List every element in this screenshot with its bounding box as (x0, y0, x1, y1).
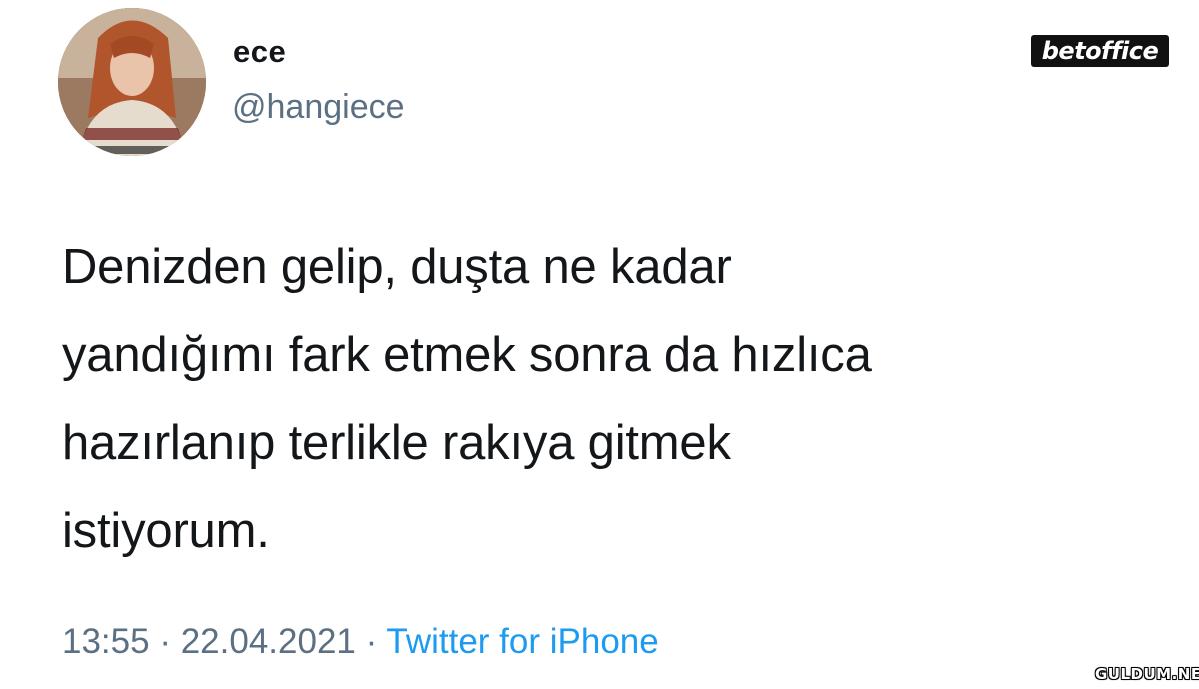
tweet-source-link[interactable]: Twitter for iPhone (386, 622, 658, 661)
betoffice-logo: betoffice (1031, 35, 1169, 67)
tweet-text: Denizden gelip, duşta ne kadar yandığımı… (62, 240, 872, 558)
user-handle[interactable]: @hangiece (232, 88, 405, 127)
meta-separator: · (159, 622, 171, 661)
tweet-meta: 13:55 · 22.04.2021 · Twitter for iPhone (62, 622, 659, 662)
guldum-watermark: GULDUM.NET (1095, 665, 1199, 683)
display-name[interactable]: ece (233, 34, 286, 70)
tweet-time[interactable]: 13:55 (62, 622, 150, 661)
avatar[interactable] (58, 8, 206, 156)
avatar-photo (58, 8, 206, 156)
meta-separator: · (365, 622, 378, 661)
tweet-date[interactable]: 22.04.2021 (181, 622, 356, 661)
